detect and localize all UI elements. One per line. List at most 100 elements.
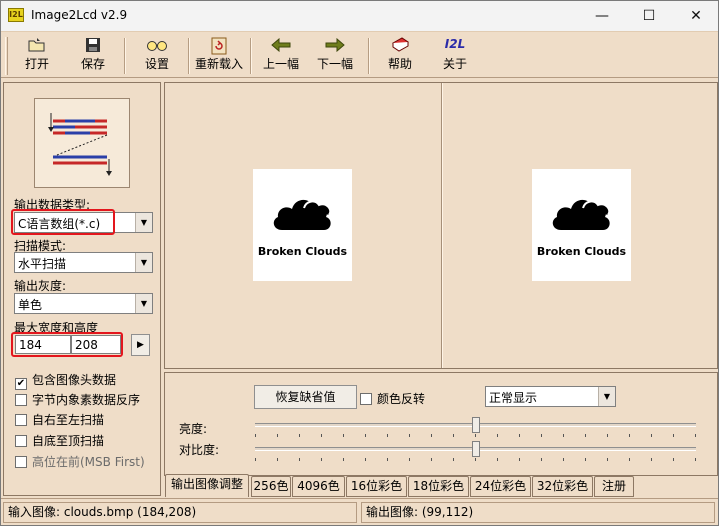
scan-mode-diagram xyxy=(34,98,130,188)
invert-color-checkbox[interactable]: 颜色反转 xyxy=(360,390,425,407)
slider-tick xyxy=(563,458,564,461)
checkbox-icon[interactable] xyxy=(15,414,27,426)
save-button[interactable]: 保存 xyxy=(71,35,115,75)
chevron-down-icon[interactable]: ▼ xyxy=(598,387,615,406)
slider-tick xyxy=(629,434,630,437)
checkbox-icon[interactable] xyxy=(15,435,27,447)
slider-tick xyxy=(497,458,498,461)
tab-4096-color[interactable]: 4096色 xyxy=(292,476,345,497)
contrast-slider-thumb[interactable] xyxy=(471,441,480,457)
cloud-icon xyxy=(552,199,611,230)
brightness-label: 亮度: xyxy=(179,422,208,436)
highlight-box xyxy=(11,209,115,235)
chevron-down-icon[interactable]: ▼ xyxy=(135,294,152,313)
slider-tick xyxy=(629,458,630,461)
window-title: Image2Lcd v2.9 xyxy=(31,8,128,22)
slider-tick xyxy=(695,434,696,437)
slider-tick xyxy=(541,434,542,437)
slider-tick xyxy=(563,434,564,437)
tab-24bit-color[interactable]: 24位彩色 xyxy=(470,476,531,497)
close-button[interactable]: ✕ xyxy=(673,1,718,31)
minimize-button[interactable]: — xyxy=(579,1,625,31)
tab-32bit-color[interactable]: 32位彩色 xyxy=(532,476,593,497)
gray-level-label: 输出灰度: xyxy=(14,279,67,293)
slider-tick xyxy=(475,434,476,437)
slider-tick xyxy=(651,434,652,437)
floppy-disk-icon xyxy=(71,37,115,57)
brightness-slider-thumb[interactable] xyxy=(471,417,480,433)
app-icon: I2L xyxy=(8,8,24,22)
prev-image-button[interactable]: 上一幅 xyxy=(259,35,303,75)
msb-first-checkbox[interactable]: 高位在前(MSB First) xyxy=(15,453,145,470)
highlight-box xyxy=(11,332,123,357)
checkbox-icon[interactable] xyxy=(15,456,27,468)
help-button[interactable]: 帮助 xyxy=(378,35,422,75)
slider-tick xyxy=(585,458,586,461)
settings-button[interactable]: 设置 xyxy=(135,35,179,75)
next-image-button[interactable]: 下一幅 xyxy=(313,35,357,75)
slider-tick xyxy=(673,434,674,437)
apply-size-button[interactable]: ▶ xyxy=(131,334,150,356)
chevron-down-icon[interactable]: ▼ xyxy=(135,253,152,272)
slider-tick xyxy=(387,434,388,437)
slider-tick xyxy=(519,458,520,461)
slider-tick xyxy=(343,434,344,437)
arrow-right-icon xyxy=(313,37,357,57)
toolbar-separator xyxy=(368,38,370,74)
tab-register[interactable]: 注册 xyxy=(594,476,634,497)
chevron-down-icon[interactable]: ▼ xyxy=(135,213,152,232)
arrow-left-icon xyxy=(259,37,303,57)
maximize-button[interactable]: ☐ xyxy=(626,1,672,31)
slider-tick xyxy=(585,434,586,437)
app-window: I2L Image2Lcd v2.9 — ☐ ✕ 打开 保存 设置 重新载入 上… xyxy=(0,0,719,526)
slider-tick xyxy=(409,458,410,461)
reload-button[interactable]: 重新载入 xyxy=(193,35,245,75)
restore-default-button[interactable]: 恢复缺省值 xyxy=(254,385,357,409)
tab-18bit-color[interactable]: 18位彩色 xyxy=(408,476,469,497)
output-image-preview: Broken Clouds xyxy=(532,169,631,281)
slider-tick xyxy=(409,434,410,437)
slider-tick xyxy=(321,458,322,461)
tab-output-adjust[interactable]: 输出图像调整 xyxy=(165,474,249,497)
toolbar-separator xyxy=(188,38,190,74)
slider-tick xyxy=(431,458,432,461)
slider-tick xyxy=(387,458,388,461)
slider-tick xyxy=(431,434,432,437)
slider-tick xyxy=(519,434,520,437)
slider-tick xyxy=(277,458,278,461)
open-folder-icon xyxy=(15,37,59,57)
tab-16bit-color[interactable]: 16位彩色 xyxy=(346,476,407,497)
include-header-checkbox[interactable]: ✔ 包含图像头数据 xyxy=(15,371,116,390)
checkbox-icon[interactable] xyxy=(360,393,372,405)
cloud-icon xyxy=(273,199,332,230)
brightness-ticks xyxy=(255,434,696,438)
image-adjust-panel: 恢复缺省值 颜色反转 正常显示 ▼ 亮度: 对比度: xyxy=(164,372,718,476)
preview-area: Broken Clouds Broken Clouds xyxy=(164,82,718,369)
slider-tick xyxy=(343,458,344,461)
status-bar: 输入图像: clouds.bmp (184,208) 输出图像: (99,112… xyxy=(1,498,718,525)
bottom-to-top-checkbox[interactable]: 自底至顶扫描 xyxy=(15,432,104,449)
reload-icon xyxy=(193,37,245,57)
scan-mode-select[interactable]: 水平扫描 ▼ xyxy=(14,252,153,273)
slider-tick xyxy=(365,458,366,461)
toolbar-separator xyxy=(250,38,252,74)
slider-tick xyxy=(497,434,498,437)
slider-tick xyxy=(453,458,454,461)
open-button[interactable]: 打开 xyxy=(15,35,59,75)
slider-tick xyxy=(651,458,652,461)
slider-tick xyxy=(541,458,542,461)
tab-256-color[interactable]: 256色 xyxy=(251,476,291,497)
output-image-caption: Broken Clouds xyxy=(536,245,627,258)
slider-tick xyxy=(255,458,256,461)
slider-tick xyxy=(453,434,454,437)
right-to-left-checkbox[interactable]: 自右至左扫描 xyxy=(15,411,104,428)
slider-tick xyxy=(695,458,696,461)
reverse-bytes-checkbox[interactable]: 字节内象素数据反序 xyxy=(15,391,140,408)
checkbox-icon[interactable] xyxy=(15,394,27,406)
gray-level-select[interactable]: 单色 ▼ xyxy=(14,293,153,314)
output-image-status: 输出图像: (99,112) xyxy=(361,502,715,523)
about-button[interactable]: I2L 关于 xyxy=(433,35,477,75)
slider-tick xyxy=(607,458,608,461)
checkbox-checked-icon[interactable]: ✔ xyxy=(15,378,27,390)
display-mode-select[interactable]: 正常显示 ▼ xyxy=(485,386,616,407)
